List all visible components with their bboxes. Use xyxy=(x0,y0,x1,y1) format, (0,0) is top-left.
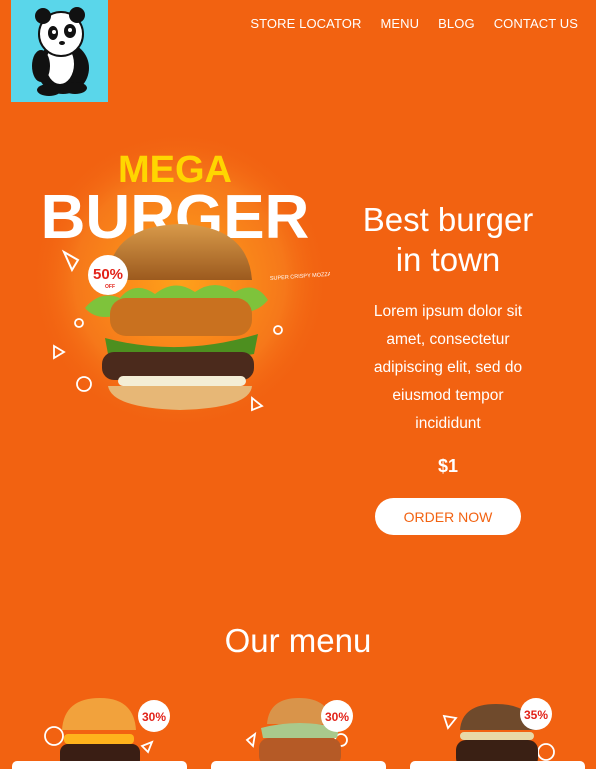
hero-title: Best burger in town xyxy=(350,200,546,280)
nav-blog[interactable]: BLOG xyxy=(438,16,475,31)
nav-store-locator[interactable]: STORE LOCATOR xyxy=(250,16,361,31)
menu-item-card xyxy=(12,761,187,769)
hero-title-line2: in town xyxy=(395,241,501,278)
menu-item[interactable]: 30% xyxy=(211,690,386,769)
hero-title-line1: Best burger xyxy=(362,201,534,238)
hero-badge-percent: 50% xyxy=(93,266,123,283)
menu-item-badge: 35% xyxy=(524,708,548,722)
menu-title: Our menu xyxy=(224,622,372,659)
hero-badge-sub: OFF xyxy=(105,284,115,290)
logo[interactable] xyxy=(11,0,108,102)
menu-item-card xyxy=(211,761,386,769)
hero-burger-image: MEGA BURGER 50% OFF SUPER CRISPY MOZZARE… xyxy=(30,130,330,430)
hero-description: Lorem ipsum dolor sit amet, consectetur … xyxy=(373,303,523,432)
top-nav: STORE LOCATOR MENU BLOG CONTACT US xyxy=(250,16,578,31)
menu-item-badge: 30% xyxy=(142,710,166,724)
panda-icon xyxy=(31,7,89,96)
nav-menu[interactable]: MENU xyxy=(380,16,419,31)
nav-contact-us[interactable]: CONTACT US xyxy=(494,16,578,31)
menu-item[interactable]: 30% xyxy=(12,690,187,769)
menu-item-badge: 30% xyxy=(325,710,349,724)
hero-price: $1 xyxy=(437,456,459,476)
order-now-button[interactable]: ORDER NOW xyxy=(375,498,521,535)
menu-burger-image: 35% xyxy=(442,698,555,768)
hero-text-block: Best burger in town Lorem ipsum dolor si… xyxy=(350,200,546,535)
menu-item-card xyxy=(410,761,585,769)
menu-item[interactable]: 35% xyxy=(410,690,585,769)
menu-burger-image: 30% xyxy=(245,698,353,766)
menu-burger-image: 30% xyxy=(44,698,170,768)
